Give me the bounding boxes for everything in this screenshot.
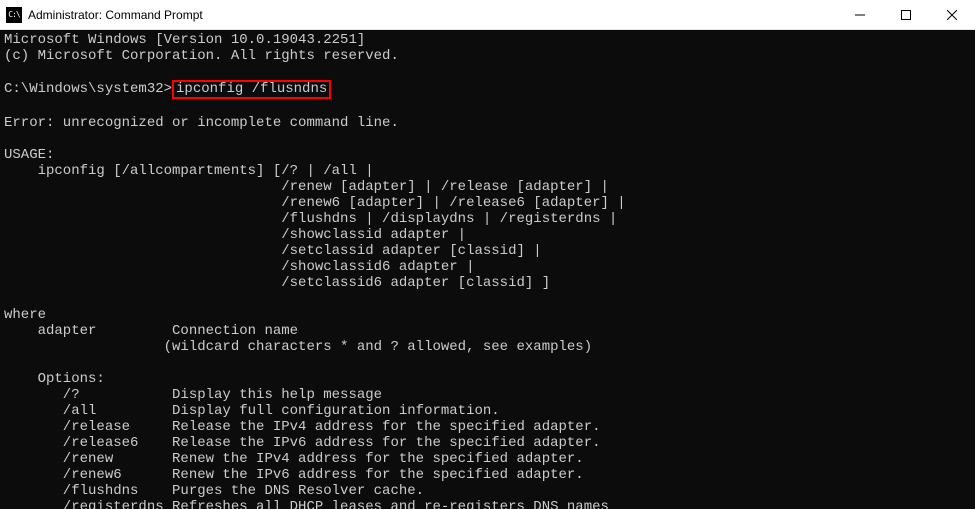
usage-header: USAGE: xyxy=(4,147,54,163)
usage-line: /showclassid6 adapter | xyxy=(4,259,474,275)
option-line: /renew6 Renew the IPv6 address for the s… xyxy=(4,467,584,483)
usage-line: /setclassid6 adapter [classid] ] xyxy=(4,275,550,291)
option-line: /all Display full configuration informat… xyxy=(4,403,500,419)
option-line: /release6 Release the IPv6 address for t… xyxy=(4,435,601,451)
where-line: adapter Connection name xyxy=(4,323,298,339)
option-line: /? Display this help message xyxy=(4,387,382,403)
cmd-icon: C:\ xyxy=(6,7,22,23)
window-root: C:\ Administrator: Command Prompt Micros… xyxy=(0,0,975,509)
where-line: (wildcard characters * and ? allowed, se… xyxy=(4,339,592,355)
banner-line-2: (c) Microsoft Corporation. All rights re… xyxy=(4,48,399,64)
maximize-button[interactable] xyxy=(883,0,929,30)
usage-line: /flushdns | /displaydns | /registerdns | xyxy=(4,211,617,227)
banner-line-1: Microsoft Windows [Version 10.0.19043.22… xyxy=(4,32,365,48)
usage-line: ipconfig [/allcompartments] [/? | /all | xyxy=(4,163,374,179)
close-button[interactable] xyxy=(929,0,975,30)
usage-line: /renew6 [adapter] | /release6 [adapter] … xyxy=(4,195,626,211)
usage-line: /setclassid adapter [classid] | xyxy=(4,243,542,259)
where-header: where xyxy=(4,307,46,323)
option-line: /renew Renew the IPv4 address for the sp… xyxy=(4,451,584,467)
command-text: ipconfig /flusndns xyxy=(176,81,327,97)
terminal-area[interactable]: Microsoft Windows [Version 10.0.19043.22… xyxy=(0,30,975,509)
options-header: Options: xyxy=(4,371,105,387)
window-title: Administrator: Command Prompt xyxy=(28,8,203,22)
option-line: /registerdns Refreshes all DHCP leases a… xyxy=(4,499,609,509)
titlebar[interactable]: C:\ Administrator: Command Prompt xyxy=(0,0,975,30)
minimize-button[interactable] xyxy=(837,0,883,30)
option-line: /flushdns Purges the DNS Resolver cache. xyxy=(4,483,424,499)
prompt: C:\Windows\system32> xyxy=(4,81,172,97)
usage-line: /renew [adapter] | /release [adapter] | xyxy=(4,179,609,195)
usage-line: /showclassid adapter | xyxy=(4,227,466,243)
option-line: /release Release the IPv4 address for th… xyxy=(4,419,601,435)
command-highlight: ipconfig /flusndns xyxy=(172,80,331,99)
error-line: Error: unrecognized or incomplete comman… xyxy=(4,115,399,131)
